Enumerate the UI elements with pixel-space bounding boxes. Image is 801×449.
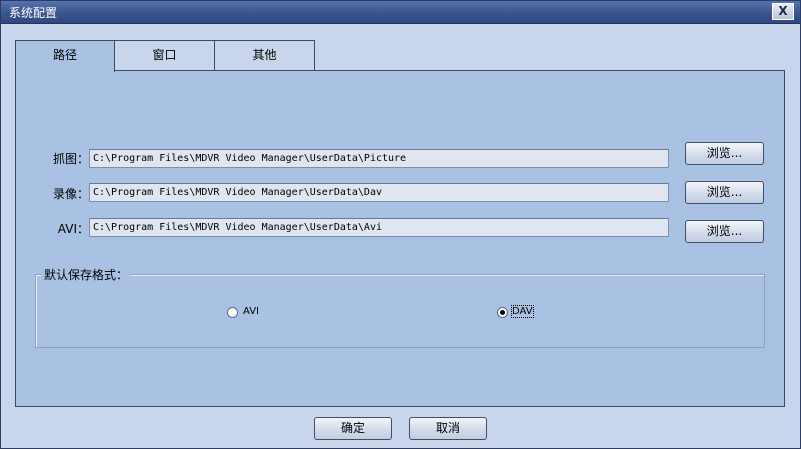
avi-radio[interactable] <box>227 307 238 318</box>
title-bar[interactable]: 系统配置 X <box>1 1 800 24</box>
avi-path-label: AVI： <box>57 222 89 236</box>
close-icon: X <box>778 4 788 18</box>
close-button[interactable]: X <box>772 3 794 20</box>
record-path-input[interactable]: C:\Program Files\MDVR Video Manager\User… <box>89 183 669 202</box>
dav-radio[interactable] <box>497 307 508 318</box>
tab-other-label: 其他 <box>252 48 277 62</box>
tab-other[interactable]: 其他 <box>214 40 315 70</box>
avi-browse-button[interactable]: 浏览... <box>685 220 764 243</box>
capture-path-label: 抓图： <box>52 152 89 166</box>
dav-radio-label[interactable]: DAV <box>511 305 534 318</box>
default-format-group <box>35 274 765 348</box>
system-config-dialog: 系统配置 X 路径 窗口 其他 抓图： C:\Program Files\MDV… <box>0 0 801 449</box>
record-path-label: 录像： <box>52 187 89 201</box>
tab-panel-path <box>15 70 785 407</box>
tab-path[interactable]: 路径 <box>15 40 115 72</box>
radio-selected-dot <box>500 310 505 315</box>
capture-path-input[interactable]: C:\Program Files\MDVR Video Manager\User… <box>89 149 669 168</box>
avi-radio-label[interactable]: AVI <box>243 306 259 317</box>
tab-window[interactable]: 窗口 <box>114 40 215 70</box>
record-browse-button[interactable]: 浏览... <box>685 181 764 204</box>
avi-path-input[interactable]: C:\Program Files\MDVR Video Manager\User… <box>89 218 669 237</box>
ok-button[interactable]: 确定 <box>314 417 392 440</box>
tab-window-label: 窗口 <box>152 48 177 62</box>
tab-path-label: 路径 <box>52 48 77 62</box>
cancel-button[interactable]: 取消 <box>409 417 487 440</box>
capture-browse-button[interactable]: 浏览... <box>685 142 764 165</box>
window-title: 系统配置 <box>9 6 58 20</box>
default-format-label: 默认保存格式： <box>41 266 132 283</box>
